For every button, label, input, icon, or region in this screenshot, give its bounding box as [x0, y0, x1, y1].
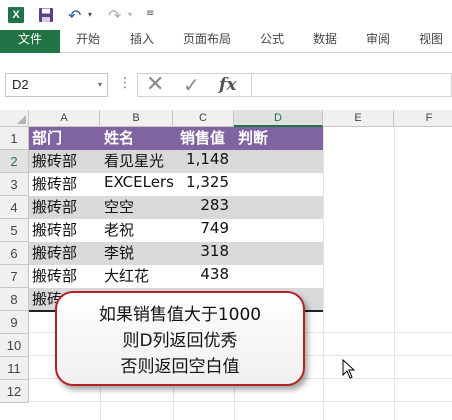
cell-name[interactable]: EXCELers — [104, 173, 174, 196]
name-box[interactable]: D2 ▾ — [5, 73, 108, 97]
formula-buttons: ✕ ✓ fx — [137, 73, 251, 97]
undo-icon[interactable]: ↶ — [68, 6, 81, 25]
redo-dropdown-icon[interactable]: ▾ — [128, 10, 132, 19]
header-dept[interactable]: 部门 — [32, 127, 62, 150]
gridline — [394, 127, 395, 420]
table-header-row — [29, 127, 323, 150]
mouse-cursor-icon — [342, 359, 356, 379]
header-judge[interactable]: 判断 — [238, 127, 268, 150]
cell-name[interactable]: 老祝 — [104, 219, 134, 242]
formula-input[interactable] — [251, 73, 452, 97]
cell-sales[interactable]: 283 — [173, 196, 229, 219]
cell-dept[interactable]: 搬砖部 — [32, 242, 77, 265]
cancel-icon[interactable]: ✕ — [146, 74, 164, 96]
select-all-button[interactable] — [0, 110, 29, 127]
tab-formulas[interactable]: 公式 — [252, 30, 292, 53]
insert-function-icon[interactable]: fx — [219, 74, 236, 96]
column-header-d[interactable]: D — [234, 110, 323, 127]
tab-review[interactable]: 审阅 — [358, 30, 398, 53]
header-name[interactable]: 姓名 — [104, 127, 134, 150]
tab-page-layout[interactable]: 页面布局 — [174, 30, 240, 53]
formula-bar-area: D2 ▾ ⋮ ✕ ✓ fx — [0, 53, 452, 110]
row-header-3[interactable]: 3 — [0, 173, 29, 196]
row-header-9[interactable]: 9 — [0, 311, 29, 334]
tab-view[interactable]: 视图 — [411, 30, 451, 53]
cell-dept[interactable]: 搬砖部 — [32, 196, 77, 219]
row-header-11[interactable]: 11 — [0, 357, 29, 380]
column-header-f[interactable]: F — [394, 110, 452, 127]
gridline — [323, 127, 324, 420]
cell-dept[interactable]: 搬砖部 — [32, 265, 77, 288]
callout-line-3: 否则返回空白值 — [120, 357, 240, 377]
row-header-10[interactable]: 10 — [0, 334, 29, 357]
cell-name[interactable]: 看见星光 — [104, 150, 164, 173]
row-header-8[interactable]: 8 — [0, 288, 29, 311]
callout-line-1: 如果销售值大于1000 — [98, 305, 262, 325]
enter-icon[interactable]: ✓ — [183, 74, 200, 96]
ribbon-tabs: 文件 开始 插入 页面布局 公式 数据 审阅 视图 — [0, 30, 452, 53]
splitter-dots-icon[interactable]: ⋮ — [118, 75, 132, 91]
name-box-value: D2 — [12, 77, 29, 92]
cell-sales[interactable]: 438 — [173, 265, 229, 288]
callout-note: 如果销售值大于1000 则D列返回优秀 否则返回空白值 — [55, 291, 305, 386]
cell-dept[interactable]: 搬砖部 — [32, 150, 77, 173]
cell-sales[interactable]: 1,325 — [173, 173, 229, 196]
cell-name[interactable]: 空空 — [104, 196, 134, 219]
row-header-1[interactable]: 1 — [0, 127, 29, 150]
cell-name[interactable]: 李锐 — [104, 242, 134, 265]
cell-name[interactable]: 大红花 — [104, 265, 149, 288]
redo-icon[interactable]: ↷ — [108, 6, 121, 25]
tab-data[interactable]: 数据 — [305, 30, 345, 53]
column-header-e[interactable]: E — [323, 110, 394, 127]
tab-file[interactable]: 文件 — [0, 30, 60, 53]
tab-home[interactable]: 开始 — [66, 30, 110, 53]
cell-dept[interactable]: 搬砖部 — [32, 173, 77, 196]
tab-insert[interactable]: 插入 — [120, 30, 164, 53]
row-header-4[interactable]: 4 — [0, 196, 29, 219]
save-icon[interactable] — [38, 7, 54, 23]
undo-dropdown-icon[interactable]: ▾ — [88, 10, 92, 19]
gridline — [29, 401, 452, 402]
column-header-b[interactable]: B — [100, 110, 173, 127]
customize-toolbar-icon[interactable]: ≡ — [146, 8, 154, 19]
row-header-5[interactable]: 5 — [0, 219, 29, 242]
cell-sales[interactable]: 749 — [173, 219, 229, 242]
quick-access-toolbar: X ↶ ▾ ↷ ▾ ≡ — [0, 0, 452, 30]
header-sales[interactable]: 销售值 — [180, 127, 225, 150]
callout-line-2: 则D列返回优秀 — [122, 331, 238, 351]
row-header-7[interactable]: 7 — [0, 265, 29, 288]
cell-dept[interactable]: 搬砖部 — [32, 219, 77, 242]
chevron-down-icon[interactable]: ▾ — [98, 74, 102, 96]
row-header-6[interactable]: 6 — [0, 242, 29, 265]
cell-sales[interactable]: 1,148 — [173, 150, 229, 173]
excel-icon: X — [8, 7, 24, 23]
row-header-12[interactable]: 12 — [0, 380, 29, 403]
column-header-a[interactable]: A — [29, 110, 100, 127]
column-header-c[interactable]: C — [173, 110, 234, 127]
row-header-2[interactable]: 2 — [0, 150, 29, 173]
cell-sales[interactable]: 318 — [173, 242, 229, 265]
